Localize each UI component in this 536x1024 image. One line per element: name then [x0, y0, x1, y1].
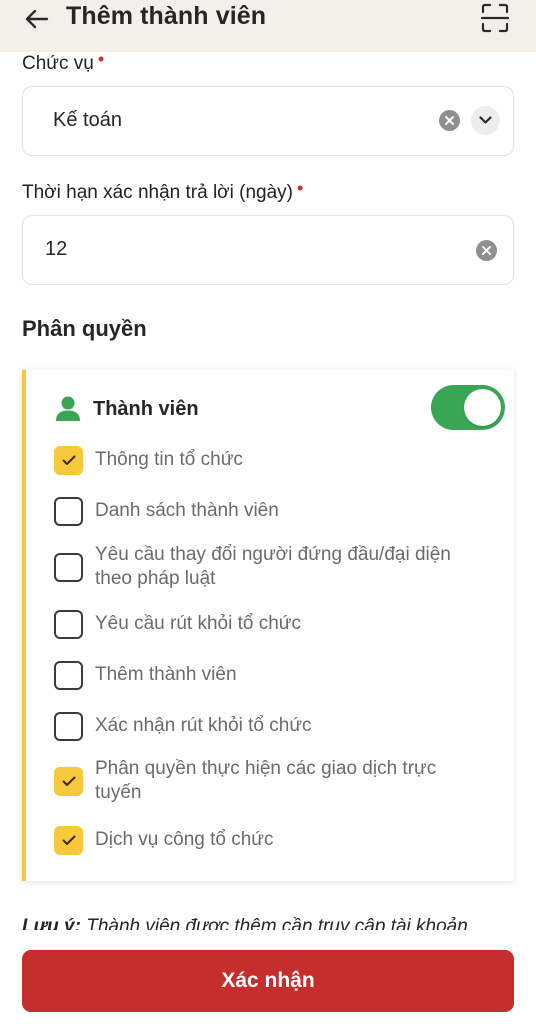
permission-group-toggle[interactable]	[431, 385, 505, 430]
permission-item-label: Thêm thành viên	[95, 664, 237, 685]
note-inner: Lưu ý: Thành viên được thêm cần truy cập…	[22, 916, 468, 930]
required-mark: •	[97, 49, 105, 69]
permission-item-label-line1: Yêu cầu thay đổi người đứng đầu/đại diện	[95, 544, 451, 565]
checkbox-unchecked[interactable]	[54, 497, 83, 526]
checkbox-checked[interactable]	[54, 767, 83, 796]
checkbox-unchecked[interactable]	[54, 661, 83, 690]
permission-item-label: Yêu cầu rút khỏi tổ chức	[95, 613, 301, 634]
position-label: Chức vụ •	[22, 49, 104, 75]
checkmark-icon	[62, 835, 75, 845]
permission-item-label: Phân quyền thực hiện các giao dịch trực …	[95, 757, 495, 805]
permission-item-label: Danh sách thành viên	[95, 500, 279, 521]
permission-group-title: Thành viên	[93, 398, 199, 420]
deadline-input[interactable]: 12	[22, 215, 514, 285]
checkbox-checked[interactable]	[54, 826, 83, 855]
permission-item-label: Xác nhận rút khỏi tổ chức	[95, 715, 312, 736]
deadline-label-text: Thời hạn xác nhận trả lời (ngày)	[22, 182, 293, 203]
checkbox-unchecked[interactable]	[54, 712, 83, 741]
checkbox-checked[interactable]	[54, 446, 83, 475]
checkmark-icon	[62, 455, 75, 465]
scan-icon	[481, 3, 509, 33]
permission-group-card: Thành viên Thông tin tổ chức Danh sách t…	[22, 370, 514, 881]
top-app-bar: Thêm thành viên	[0, 0, 536, 52]
confirm-button[interactable]: Xác nhận	[22, 950, 514, 1012]
arrow-left-icon	[25, 9, 49, 29]
user-icon	[56, 396, 80, 421]
permission-item-label-line2: theo pháp luật	[95, 568, 216, 589]
permission-item-label: Yêu cầu thay đổi người đứng đầu/đại diện…	[95, 543, 495, 591]
toggle-knob	[464, 389, 501, 426]
permission-item-label: Dịch vụ công tổ chức	[95, 829, 274, 850]
checkmark-icon	[62, 776, 75, 786]
required-mark: •	[297, 178, 304, 198]
chevron-down-icon[interactable]	[471, 106, 500, 135]
clear-icon[interactable]	[476, 240, 497, 261]
permission-item-label-line2: tuyến	[95, 782, 142, 803]
page-title: Thêm thành viên	[66, 2, 267, 30]
position-label-text: Chức vụ	[22, 53, 94, 74]
permission-item-label-line1: Phân quyền thực hiện các giao dịch trực	[95, 758, 437, 779]
position-select[interactable]: Kế toán	[22, 86, 514, 156]
back-button[interactable]	[20, 4, 54, 34]
note-prefix: Lưu ý:	[22, 916, 81, 930]
permission-item-label: Thông tin tổ chức	[95, 449, 243, 470]
clear-icon[interactable]	[439, 110, 460, 131]
deadline-label: Thời hạn xác nhận trả lời (ngày) •	[22, 178, 303, 204]
checkbox-unchecked[interactable]	[54, 553, 83, 582]
deadline-value: 12	[45, 238, 68, 260]
note-body: Thành viên được thêm cần truy cập tài kh…	[86, 916, 468, 930]
note-text: Lưu ý: Thành viên được thêm cần truy cập…	[22, 916, 514, 930]
scan-button[interactable]	[480, 2, 510, 34]
position-value: Kế toán	[53, 109, 122, 131]
permissions-section-title: Phân quyền	[22, 316, 147, 341]
checkbox-unchecked[interactable]	[54, 610, 83, 639]
